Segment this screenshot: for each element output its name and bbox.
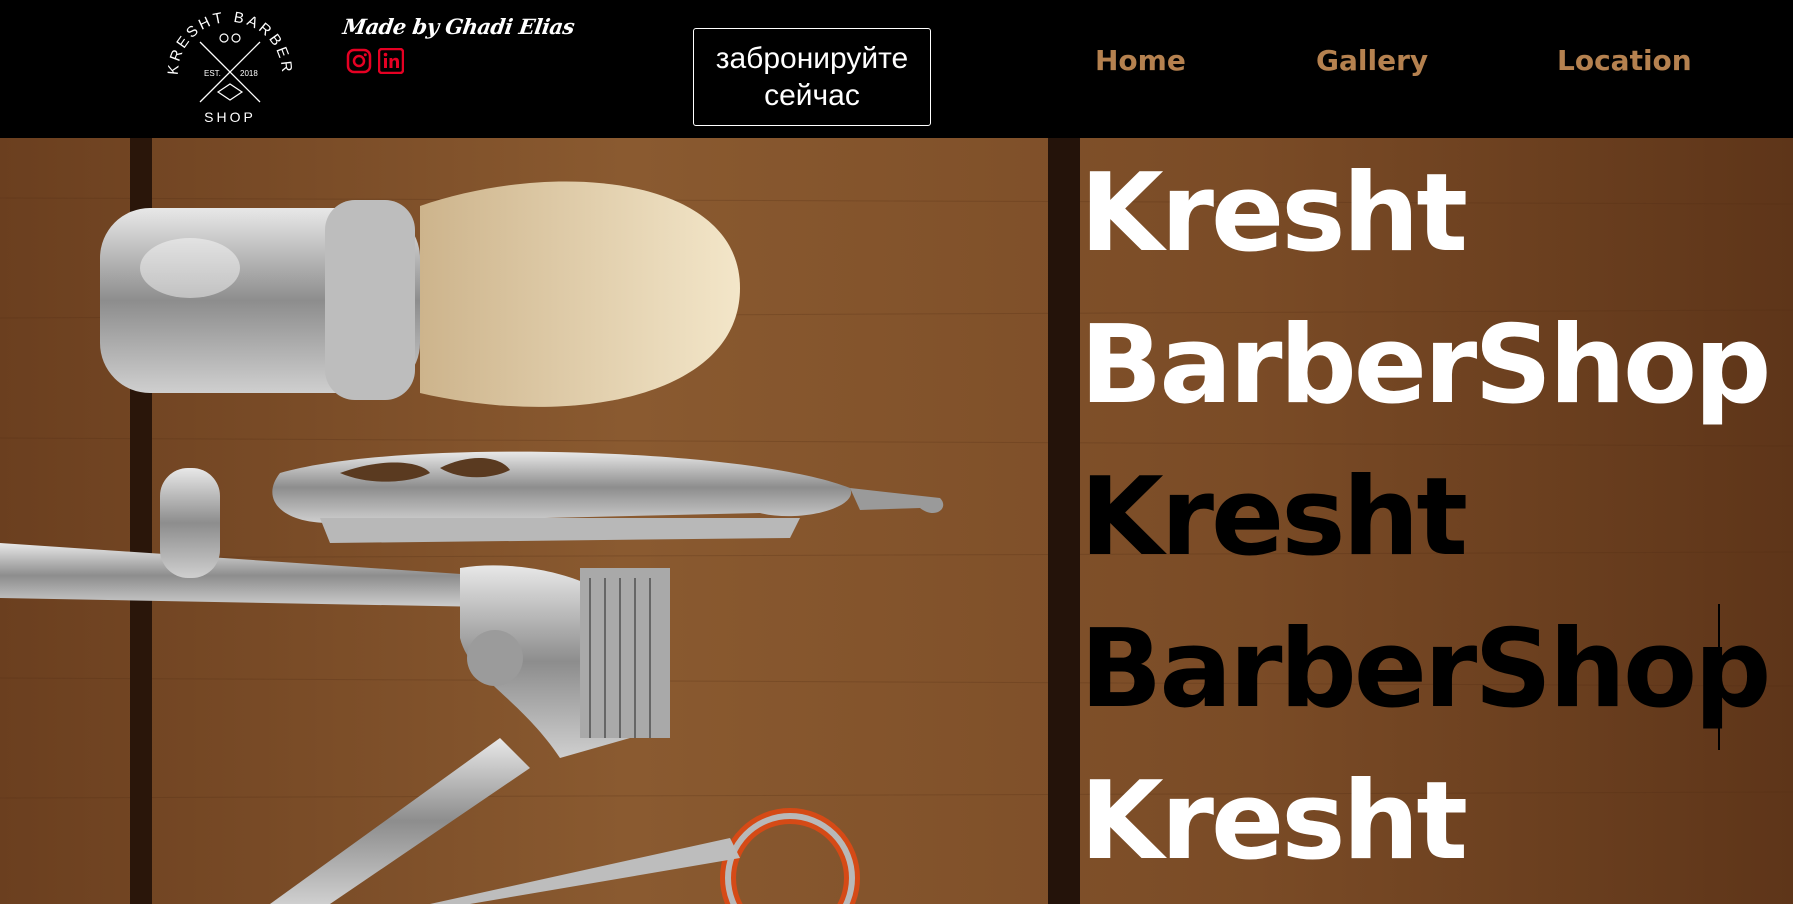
brand-logo[interactable]: KRESHT BARBER EST. 2018 SHOP bbox=[160, 4, 300, 128]
hero-line: Kresht bbox=[1080, 455, 1468, 580]
hero-section: Kresht BarberShop Kresht BarberShop Kres… bbox=[0, 138, 1793, 904]
hero-line: Kresht bbox=[1080, 759, 1468, 884]
top-navbar: KRESHT BARBER EST. 2018 SHOP Made by Gha… bbox=[0, 0, 1793, 138]
logo-emblem: KRESHT BARBER EST. 2018 SHOP bbox=[165, 9, 296, 125]
nav-location[interactable]: Location bbox=[1557, 44, 1692, 77]
hero-line: BarberShop bbox=[1080, 607, 1771, 732]
hero-line: BarberShop bbox=[1080, 303, 1771, 428]
social-links bbox=[346, 48, 404, 74]
nav-home[interactable]: Home bbox=[1095, 44, 1186, 77]
logo-top-text: KRESHT BARBER bbox=[165, 9, 293, 76]
logo-year: 2018 bbox=[240, 69, 258, 78]
logo-est: EST. bbox=[204, 69, 221, 78]
svg-text:KRESHT BARBER: KRESHT BARBER bbox=[165, 9, 296, 76]
linkedin-icon[interactable] bbox=[378, 48, 404, 74]
hero-title: Kresht BarberShop Kresht BarberShop Kres… bbox=[1080, 138, 1771, 898]
instagram-icon[interactable] bbox=[346, 48, 372, 74]
logo-bottom-text: SHOP bbox=[204, 109, 256, 125]
book-now-button[interactable]: забронируйте сейчас bbox=[693, 28, 931, 126]
nav-gallery[interactable]: Gallery bbox=[1316, 44, 1428, 77]
typing-caret bbox=[1718, 604, 1720, 750]
hero-line: Kresht bbox=[1080, 151, 1468, 276]
author-credit: Made by Ghadi Elias bbox=[341, 14, 576, 39]
